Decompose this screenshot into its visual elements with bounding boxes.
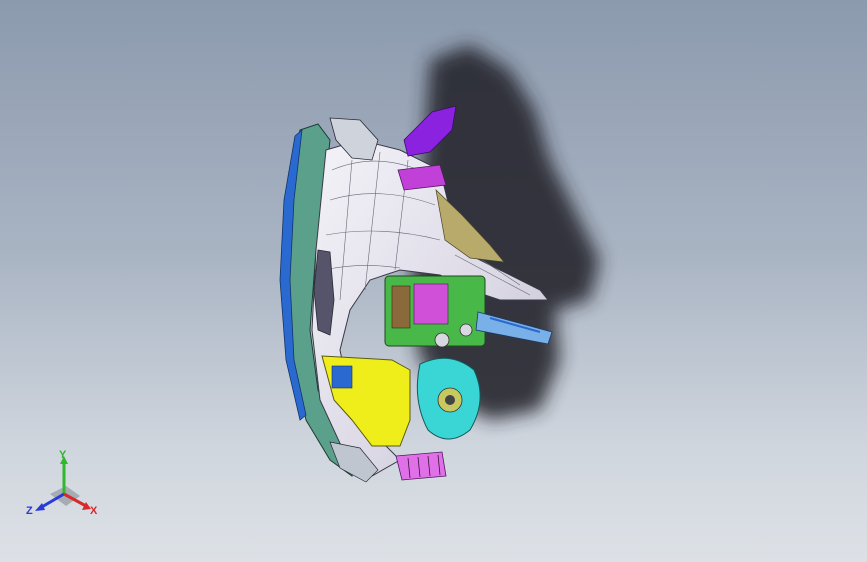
- lamp-lens-inner: [445, 395, 455, 405]
- z-axis-arrow: [35, 503, 45, 511]
- graphics-viewport[interactable]: Y Z X: [0, 0, 867, 562]
- module-pcb: [413, 283, 449, 325]
- cad-model-view[interactable]: [0, 0, 867, 562]
- x-axis-label: X: [90, 505, 98, 517]
- module-chip: [391, 285, 411, 329]
- magenta-upper: [397, 164, 447, 191]
- module-knob: [434, 332, 450, 348]
- y-axis-label: Y: [59, 449, 67, 461]
- lower-blue-block: [331, 365, 353, 389]
- module-knob-2: [459, 323, 473, 337]
- side-grille: [313, 249, 335, 336]
- reference-triad: Y Z X: [22, 448, 108, 524]
- z-axis-label: Z: [26, 505, 33, 517]
